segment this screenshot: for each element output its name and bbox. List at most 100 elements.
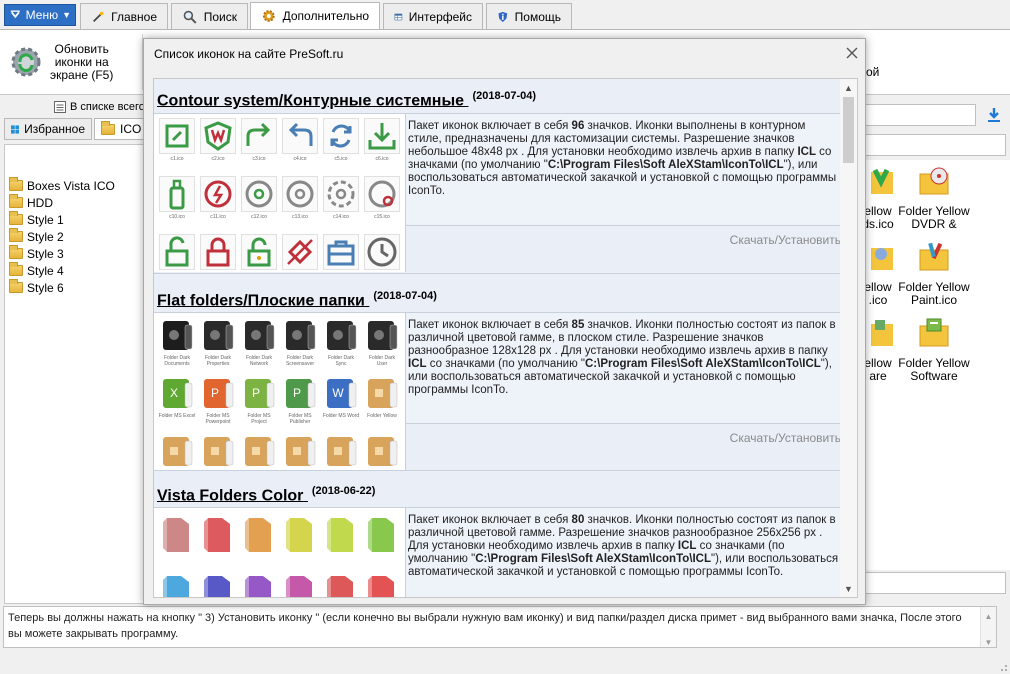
- preview-caption: c13.ico: [292, 214, 308, 220]
- preview-caption: c2.ico: [211, 156, 225, 162]
- tree-item-label: HDD: [27, 195, 53, 210]
- scroll-up-icon[interactable]: ▲: [840, 79, 857, 96]
- tab-favorites[interactable]: Избранное: [4, 118, 92, 140]
- contour-icon: [282, 234, 318, 270]
- icon-tile[interactable]: Folder Yellow DVDR &: [898, 164, 970, 231]
- dialog-scrollbar[interactable]: ▲ ▼: [840, 79, 857, 597]
- tree-item[interactable]: HDD: [5, 194, 151, 211]
- contour-icon: [200, 118, 236, 154]
- preview-icon: Folder Yellow: [363, 375, 401, 425]
- pack-title[interactable]: Vista Folders Color (2018-06-22): [157, 485, 375, 505]
- pack-description: Пакет иконок включает в себя 80 значков.…: [406, 508, 841, 597]
- close-icon[interactable]: [843, 44, 861, 62]
- pack-title-text[interactable]: Flat folders/Плоские папки: [157, 292, 365, 309]
- preview-icon: [240, 512, 278, 562]
- desc-text: со значками (по умолчанию ": [426, 358, 585, 370]
- flat-folder-icon: [163, 321, 193, 350]
- tree-item[interactable]: Boxes Vista ICO: [5, 177, 151, 194]
- tree-item-label: Style 3: [27, 246, 64, 261]
- icon-tile[interactable]: Folder Yellow Software: [898, 316, 970, 383]
- contour-icon: [159, 176, 195, 212]
- flat-folder-icon: X: [163, 379, 193, 408]
- pack-title[interactable]: Contour system/Контурные системные (2018…: [157, 90, 536, 110]
- ribbon-right-text: ой: [866, 65, 880, 79]
- refresh-label-line3: экране (F5): [50, 67, 114, 82]
- download-install-link[interactable]: Скачать/Установить: [730, 431, 841, 445]
- preview-icon: c3.ico: [240, 118, 278, 168]
- icon-grid: ellow ds.ico Folder Yellow DVDR & ellow …: [860, 160, 1010, 570]
- preview-caption: c3.ico: [252, 156, 266, 162]
- pack-description: Пакет иконок включает в себя 96 значков.…: [406, 114, 841, 224]
- contour-icon: [241, 118, 277, 154]
- svg-text:P: P: [252, 386, 260, 400]
- icon-count: 96: [571, 120, 585, 132]
- flat-folder-icon: [204, 437, 234, 466]
- tree-item[interactable]: Style 4: [5, 262, 151, 279]
- folder-dvd-icon: [919, 167, 949, 195]
- preview-caption: Folder Dark Sync: [327, 355, 355, 367]
- refresh-icons-button[interactable]: Обновить иконки на экране (F5): [8, 32, 138, 92]
- flat-folder-icon: [286, 321, 316, 350]
- folder-icon: [9, 245, 23, 259]
- folder-software-icon: [919, 318, 949, 347]
- tree-item[interactable]: Style 2: [5, 228, 151, 245]
- tab-ico-label: ICO: [120, 122, 142, 136]
- preview-icon: [281, 570, 319, 597]
- pack-title-text[interactable]: Contour system/Контурные системные: [157, 92, 464, 109]
- tree-item[interactable]: Style 3: [5, 245, 151, 262]
- tab-favorites-label: Избранное: [24, 122, 85, 136]
- preview-icon: Folder Dark Screensaver: [281, 317, 319, 367]
- preview-icon: c15.ico: [363, 176, 401, 226]
- table-icon: [394, 13, 403, 20]
- tab-additional[interactable]: Дополнительно: [250, 2, 380, 29]
- tree-item[interactable]: Style 1: [5, 211, 151, 228]
- scroll-thumb[interactable]: [843, 97, 854, 163]
- vista-folder-icon: [163, 576, 189, 597]
- scroll-down-icon[interactable]: ▼: [840, 580, 857, 597]
- svg-text:P: P: [211, 386, 219, 400]
- preview-icon: c10.ico: [158, 176, 196, 226]
- install-path: C:\Program Files\Soft AleXStam\IconTo\IC…: [585, 358, 821, 370]
- flat-folder-icon: [368, 321, 398, 350]
- preview-icon: c12.ico: [240, 176, 278, 226]
- scroll-up-icon[interactable]: ▲: [981, 609, 996, 625]
- contour-icon: [282, 118, 318, 154]
- tab-help[interactable]: Помощь: [486, 3, 572, 29]
- folder-yellow-icon: [871, 320, 893, 346]
- preview-icon: [322, 512, 360, 562]
- pack-item: Vista Folders Color (2018-06-22) Пакет и…: [154, 471, 841, 597]
- pack-icons-preview: Folder Dark Documents Folder Dark Propert…: [154, 313, 406, 471]
- preview-icon: Folder Dark Documents: [158, 317, 196, 367]
- pack-title[interactable]: Flat folders/Плоские папки (2018-07-04): [157, 290, 437, 310]
- resize-grip-icon[interactable]: [998, 662, 1008, 672]
- filter-input[interactable]: [860, 134, 1006, 156]
- icl-folder: ICL: [408, 358, 427, 370]
- main-tab-bar: Меню ▼ Главное Поиск Дополнительно Интер…: [0, 0, 1010, 29]
- vista-folder-icon: [368, 518, 394, 552]
- tab-search[interactable]: Поиск: [171, 3, 248, 29]
- tree-item[interactable]: Style 6: [5, 279, 151, 296]
- menu-button[interactable]: Меню ▼: [4, 4, 76, 26]
- contour-icon: [159, 118, 195, 154]
- pack-title-text[interactable]: Vista Folders Color: [157, 487, 303, 504]
- preview-icon: [199, 570, 237, 597]
- svg-text:W: W: [332, 386, 344, 400]
- vista-folder-icon: [327, 518, 353, 552]
- preview-icon: c13.ico: [281, 176, 319, 226]
- preview-icon: c2.ico: [199, 118, 237, 168]
- preview-icon: Folder Dark Properties: [199, 317, 237, 367]
- path-input[interactable]: [860, 104, 976, 126]
- vista-folder-icon: [327, 576, 353, 597]
- scroll-down-icon[interactable]: ▼: [981, 635, 996, 651]
- status-scrollbar[interactable]: ▲ ▼: [980, 607, 996, 647]
- bottom-input[interactable]: [860, 572, 1006, 594]
- tab-main[interactable]: Главное: [80, 3, 168, 29]
- divider: [154, 273, 841, 274]
- icon-tile[interactable]: Folder Yellow Paint.ico: [898, 240, 970, 307]
- tab-interface[interactable]: Интерфейс: [383, 3, 483, 29]
- preview-icon: [199, 512, 237, 562]
- download-icon[interactable]: [985, 106, 1003, 124]
- download-install-link[interactable]: Скачать/Установить: [730, 233, 841, 247]
- pack-date: (2018-07-04): [373, 290, 437, 302]
- list-icon: [54, 101, 66, 113]
